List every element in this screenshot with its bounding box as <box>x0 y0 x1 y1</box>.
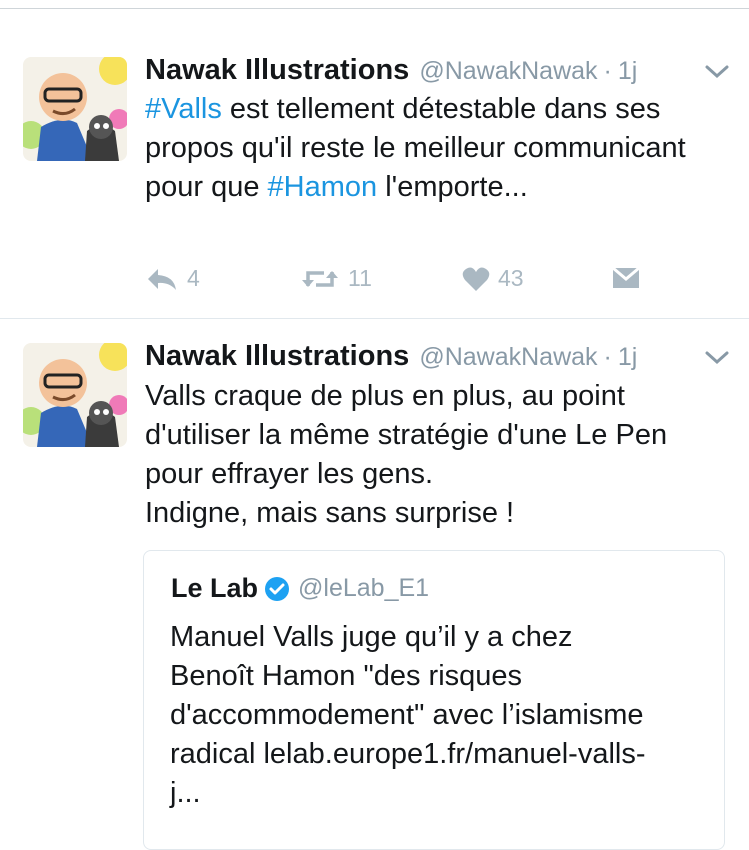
quoted-text-line: j... <box>170 777 201 809</box>
tweet-time[interactable]: 1j <box>618 57 637 86</box>
hashtag-link[interactable]: #Valls <box>145 93 222 125</box>
tweet-actions: 4 11 43 <box>145 265 665 301</box>
reply-icon <box>148 268 176 290</box>
tweet-header: Nawak Illustrations @NawakNawak · 1j <box>145 340 637 374</box>
tweet-text-line: Indigne, mais sans surprise ! <box>145 497 515 529</box>
like-count: 43 <box>498 265 524 291</box>
retweet-icon <box>302 270 338 287</box>
time-separator: · <box>603 343 612 371</box>
quoted-author-handle: @leLab_E1 <box>298 574 430 602</box>
author-name[interactable]: Nawak Illustrations <box>145 54 409 87</box>
heart-icon <box>462 267 490 291</box>
tweet-time[interactable]: 1j <box>618 343 637 372</box>
retweet-button[interactable]: 11 <box>300 265 372 292</box>
hashtag-link[interactable]: #Hamon <box>268 171 378 203</box>
avatar[interactable] <box>23 57 127 161</box>
direct-message-button[interactable] <box>611 265 641 291</box>
quoted-text-line: d'accommodement" avec l’islamisme <box>170 699 644 731</box>
avatar-illustration <box>23 57 127 161</box>
tweet-text-line: pour effrayer les gens. <box>145 458 434 490</box>
author-name[interactable]: Nawak Illustrations <box>145 340 409 373</box>
reply-count: 4 <box>187 265 200 291</box>
quoted-text-line: Manuel Valls juge qu’il y a chez <box>170 621 573 653</box>
chevron-down-icon[interactable] <box>704 64 730 80</box>
reply-button[interactable]: 4 <box>145 265 200 292</box>
quoted-author-name: Le Lab <box>171 573 259 603</box>
chevron-down-icon[interactable] <box>704 350 730 366</box>
author-handle[interactable]: @NawakNawak <box>419 343 597 372</box>
tweet-header: Nawak Illustrations @NawakNawak · 1j <box>145 54 637 88</box>
quoted-text-line: Benoît Hamon "des risques <box>170 660 523 692</box>
like-button[interactable]: 43 <box>462 265 524 292</box>
tweet-text-segment: l'emporte... <box>377 171 528 203</box>
verified-badge-icon <box>265 576 290 601</box>
avatar[interactable] <box>23 343 127 447</box>
avatar-illustration <box>23 343 127 447</box>
tweet-divider <box>0 318 749 319</box>
tweet-text: #Valls est tellement détestable dans ses… <box>145 90 730 207</box>
quoted-tweet-text: Manuel Valls juge qu’il y a chez Benoît … <box>170 618 710 813</box>
tweet-text-line: Valls craque de plus en plus, au point <box>145 380 625 412</box>
quoted-tweet-header: Le Lab @leLab_E1 <box>171 573 429 604</box>
top-divider <box>0 0 749 9</box>
quoted-text-line: radical lelab.europe1.fr/manuel-valls- <box>170 738 646 770</box>
retweet-count: 11 <box>348 265 372 291</box>
tweet-text-line: d'utiliser la même stratégie d'une Le Pe… <box>145 419 668 451</box>
time-separator: · <box>603 57 612 85</box>
message-icon <box>612 266 640 288</box>
author-handle[interactable]: @NawakNawak <box>419 57 597 86</box>
tweet-text: Valls craque de plus en plus, au point d… <box>145 377 730 533</box>
